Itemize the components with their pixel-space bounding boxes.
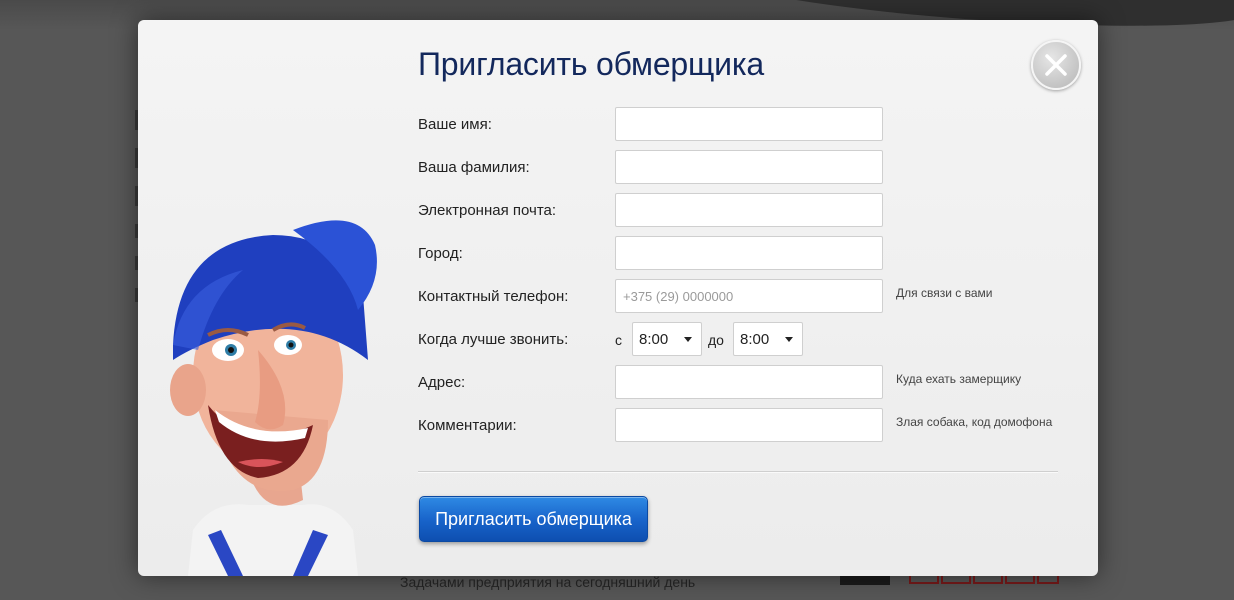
comments-input[interactable] [615, 408, 883, 442]
address-label: Адрес: [418, 374, 466, 391]
last-name-row: Ваша фамилия: [418, 150, 1098, 184]
city-row: Город: [418, 236, 1098, 270]
modal-title: Пригласить обмерщика [418, 46, 764, 82]
call-time-label: Когда лучше звонить: [418, 331, 569, 348]
first-name-row: Ваше имя: [418, 107, 1098, 141]
phone-input[interactable] [615, 279, 883, 313]
invite-measurer-modal: Пригласить обмерщика Ваше имя: Ваша фами… [138, 20, 1098, 576]
call-time-from-select[interactable]: 8:00 [632, 322, 702, 356]
email-input[interactable] [615, 193, 883, 227]
address-input[interactable] [615, 365, 883, 399]
call-time-row: Когда лучше звонить: с 8:00 до 8:00 [418, 322, 1098, 356]
first-name-label: Ваше имя: [418, 116, 492, 133]
call-time-to-select[interactable]: 8:00 [733, 322, 803, 356]
call-time-from-prefix: с [615, 332, 622, 348]
phone-label: Контактный телефон: [418, 288, 569, 305]
chevron-down-icon [684, 337, 692, 342]
first-name-input[interactable] [615, 107, 883, 141]
city-input[interactable] [615, 236, 883, 270]
address-row: Адрес: Куда ехать замерщику [418, 365, 1098, 399]
form-divider [418, 471, 1058, 472]
call-time-to-value: 8:00 [740, 331, 770, 348]
email-label: Электронная почта: [418, 202, 557, 219]
close-button[interactable] [1031, 40, 1081, 90]
close-icon [1045, 54, 1067, 76]
city-label: Город: [418, 245, 463, 262]
mascot-illustration [170, 220, 377, 576]
chevron-down-icon [785, 337, 793, 342]
email-row: Электронная почта: [418, 193, 1098, 227]
call-time-to-prefix: до [708, 332, 724, 348]
phone-row: Контактный телефон: Для связи с вами [418, 279, 1098, 313]
last-name-label: Ваша фамилия: [418, 159, 530, 176]
background-footer-text: Задачами предприятия на сегодняшний день [400, 574, 696, 590]
last-name-input[interactable] [615, 150, 883, 184]
phone-hint: Для связи с вами [896, 286, 993, 300]
submit-button[interactable]: Пригласить обмерщика [419, 496, 648, 542]
comments-hint: Злая собака, код домофона [896, 415, 1053, 429]
address-hint: Куда ехать замерщику [896, 372, 1022, 386]
comments-label: Комментарии: [418, 417, 517, 434]
comments-row: Комментарии: Злая собака, код домофона [418, 408, 1098, 442]
call-time-from-value: 8:00 [639, 331, 669, 348]
